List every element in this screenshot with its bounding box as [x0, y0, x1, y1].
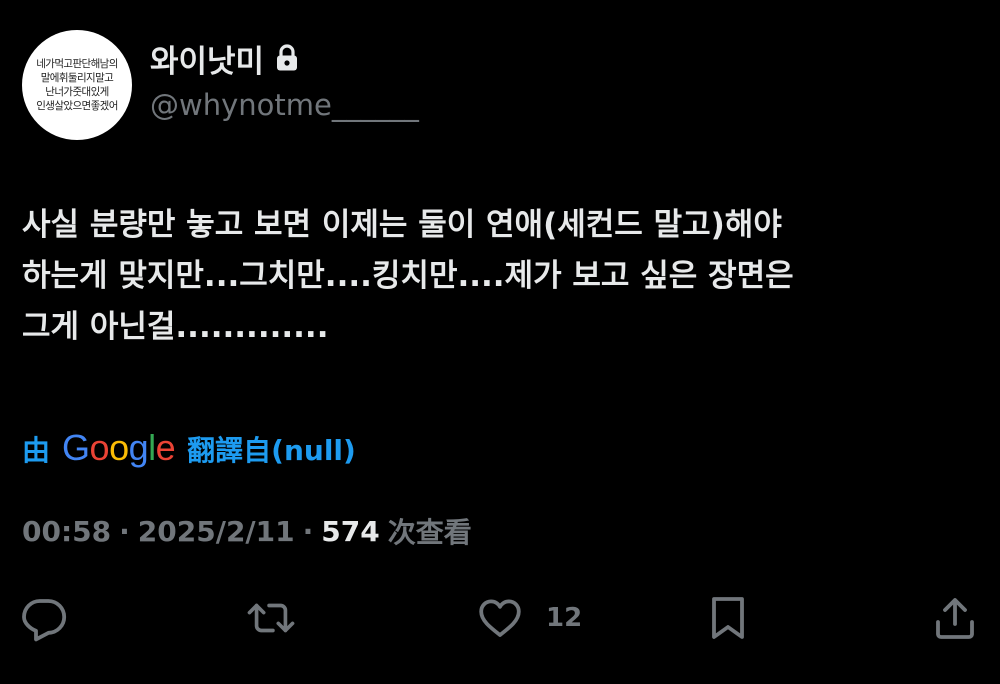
retweet-icon	[247, 603, 295, 633]
heart-icon	[479, 599, 521, 637]
google-logo: Google	[62, 427, 176, 469]
google-letter: e	[155, 427, 176, 468]
reply-button[interactable]	[20, 590, 68, 646]
avatar-line: 네가먹고판단해남의	[36, 58, 118, 70]
avatar[interactable]: 네가먹고판단해남의 말에휘둘리지말고 난너가줏대있게 인생살았으면좋겠어	[22, 30, 132, 140]
bookmark-button[interactable]	[706, 590, 750, 646]
bookmark-icon	[712, 597, 744, 639]
google-letter: o	[109, 427, 129, 468]
tweet-time[interactable]: 00:58	[22, 515, 111, 548]
view-count: 574	[321, 514, 380, 548]
meta-separator: ·	[119, 514, 130, 548]
google-letter: o	[89, 427, 110, 468]
tweet-line: 그게 아닌걸.............	[22, 309, 329, 345]
lock-icon	[274, 43, 300, 73]
reply-icon	[22, 599, 67, 642]
user-handle[interactable]: @whynotme______	[150, 88, 419, 122]
tweet-line: 하는게 맞지만...그치만....킹치만....제가 보고 싶은 장면은	[22, 258, 794, 294]
translate-by-label: 由	[22, 434, 51, 467]
share-button[interactable]	[932, 590, 978, 646]
google-letter: G	[62, 427, 90, 468]
like-count: 12	[546, 603, 583, 633]
meta-separator: ·	[302, 514, 314, 548]
translate-link[interactable]: 翻譯自(null)	[187, 429, 356, 469]
tweet-meta: 00:58 · 2025/2/11 · 574 次查看	[22, 508, 472, 554]
avatar-line: 말에휘둘리지말고	[40, 72, 114, 84]
google-letter: l	[148, 427, 156, 468]
user-name-row: 와이낫미	[150, 36, 300, 81]
retweet-button[interactable]	[246, 590, 296, 646]
tweet-date[interactable]: 2025/2/11	[138, 515, 295, 548]
google-letter: g	[128, 427, 149, 468]
like-button[interactable]: 12	[476, 590, 582, 646]
tweet-line: 사실 분량만 놓고 보면 이제는 둘이 연애(세컨드 말고)해야	[22, 207, 782, 243]
avatar-caption: 네가먹고판단해남의 말에휘둘리지말고 난너가줏대있게 인생살았으면좋겠어	[25, 57, 129, 113]
translation-row[interactable]: 由 Google 翻譯自(null)	[22, 426, 356, 472]
action-bar: 12	[0, 590, 1000, 646]
display-name[interactable]: 와이낫미	[150, 36, 264, 81]
share-icon	[936, 598, 974, 639]
avatar-line: 인생살았으면좋겠어	[36, 100, 118, 112]
view-label: 次查看	[387, 516, 472, 549]
tweet-text: 사실 분량만 놓고 보면 이제는 둘이 연애(세컨드 말고)해야 하는게 맞지만…	[22, 200, 982, 353]
avatar-line: 난너가줏대있게	[45, 86, 109, 98]
